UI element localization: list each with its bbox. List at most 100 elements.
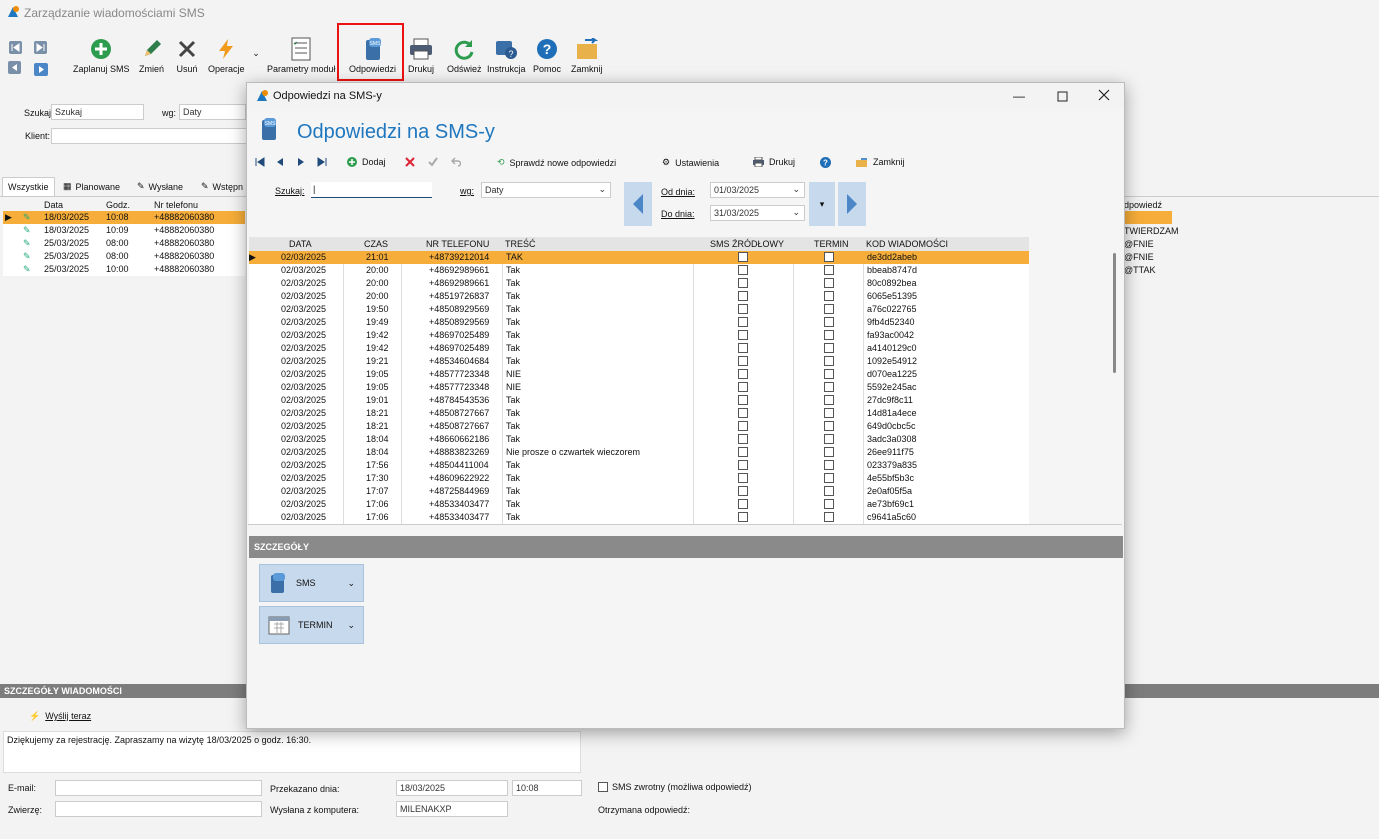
term-checkbox[interactable] xyxy=(824,421,834,431)
table-row[interactable]: 02/03/2025 18:21 +48508727667 Tak 649d0cbc5c xyxy=(249,420,1029,433)
passed-date-field[interactable]: 18/03/2025 xyxy=(396,780,508,796)
table-row[interactable]: 02/03/2025 18:04 +48660662186 Tak 3adc3a0308 xyxy=(249,433,1029,446)
source-sms-checkbox[interactable] xyxy=(738,330,748,340)
table-row[interactable]: 02/03/2025 17:06 +48533403477 Tak ae73bf69c1 xyxy=(249,498,1029,511)
term-checkbox[interactable] xyxy=(824,460,834,470)
prev-record-icon[interactable] xyxy=(275,157,285,167)
next-period-button[interactable] xyxy=(838,182,866,226)
table-row[interactable]: 02/03/2025 19:49 +48508929569 Tak 9fb4d52340 xyxy=(249,316,1029,329)
next-record-icon[interactable] xyxy=(296,157,306,167)
table-row[interactable]: 02/03/2025 18:21 +48508727667 Tak 14d81a4ece xyxy=(249,407,1029,420)
term-checkbox[interactable] xyxy=(824,512,834,522)
prev-period-button[interactable] xyxy=(624,182,652,226)
source-sms-checkbox[interactable] xyxy=(738,447,748,457)
table-row[interactable]: ▶ ✎ 18/03/2025 10:08 +48882060380 xyxy=(3,211,245,224)
term-checkbox[interactable] xyxy=(824,447,834,457)
source-sms-checkbox[interactable] xyxy=(738,265,748,275)
next-record-icon[interactable] xyxy=(34,63,48,76)
term-checkbox[interactable] xyxy=(824,278,834,288)
email-field[interactable] xyxy=(55,780,262,796)
table-row[interactable]: 02/03/2025 17:56 +48504411004 Tak 023379a835 xyxy=(249,459,1029,472)
dialog-close-button[interactable]: Zamknij xyxy=(856,157,905,167)
source-sms-checkbox[interactable] xyxy=(738,408,748,418)
delete-button[interactable]: Usuń xyxy=(176,36,198,74)
close-icon[interactable] xyxy=(1097,88,1111,102)
table-row[interactable]: 02/03/2025 20:00 +48519726837 Tak 6065e51395 xyxy=(249,290,1029,303)
grid-scrollbar[interactable] xyxy=(1113,253,1116,373)
chevron-down-icon[interactable]: ⌄ xyxy=(251,48,261,58)
return-sms-checkbox[interactable]: SMS zwrotny (możliwa odpowiedź) xyxy=(598,782,752,792)
last-record-icon[interactable] xyxy=(34,41,47,54)
term-checkbox[interactable] xyxy=(824,434,834,444)
table-row[interactable]: 02/03/2025 17:06 +48533403477 Tak c9641a5c60 xyxy=(249,511,1029,524)
table-row[interactable]: 02/03/2025 19:05 +48577723348 NIE d070ea1225 xyxy=(249,368,1029,381)
message-text[interactable]: Dziękujemy za rejestrację. Zapraszamy na… xyxy=(3,731,581,773)
source-sms-checkbox[interactable] xyxy=(738,369,748,379)
term-checkbox[interactable] xyxy=(824,343,834,353)
first-record-icon[interactable] xyxy=(9,41,22,54)
table-row[interactable]: 02/03/2025 20:00 +48692989661 Tak bbeab8747d xyxy=(249,264,1029,277)
module-params-button[interactable]: Parametry moduł xyxy=(267,36,336,74)
term-checkbox[interactable] xyxy=(824,317,834,327)
passed-time-field[interactable]: 10:08 xyxy=(512,780,582,796)
tab-planned[interactable]: ▦ Planowane xyxy=(58,177,125,196)
by-select[interactable]: Daty xyxy=(179,104,246,120)
table-row[interactable]: 02/03/2025 19:42 +48697025489 Tak fa93ac0042 xyxy=(249,329,1029,342)
table-row[interactable]: 02/03/2025 17:07 +48725844969 Tak 2e0af05f5a xyxy=(249,485,1029,498)
to-date-field[interactable]: 31/03/2025 ⌄ xyxy=(710,205,805,221)
dialog-print-button[interactable]: Drukuj xyxy=(753,157,795,167)
source-sms-checkbox[interactable] xyxy=(738,434,748,444)
source-sms-checkbox[interactable] xyxy=(738,252,748,262)
term-accordion-button[interactable]: TERMIN ⌄ xyxy=(259,606,364,644)
tab-preliminary[interactable]: ✎ Wstępn xyxy=(196,177,248,196)
table-row[interactable]: 02/03/2025 20:00 +48692989661 Tak 80c0892bea xyxy=(249,277,1029,290)
sent-from-field[interactable]: MILENAKXP xyxy=(396,801,508,817)
tab-sent[interactable]: ✎ Wysłane xyxy=(132,177,188,196)
delete-icon[interactable] xyxy=(405,157,415,167)
maximize-icon[interactable] xyxy=(1055,89,1069,103)
source-sms-checkbox[interactable] xyxy=(738,395,748,405)
table-row[interactable]: 02/03/2025 19:42 +48697025489 Tak a4140129c0 xyxy=(249,342,1029,355)
source-sms-checkbox[interactable] xyxy=(738,356,748,366)
refresh-button[interactable]: Odśwież xyxy=(447,36,482,74)
first-record-icon[interactable] xyxy=(255,157,265,167)
period-dropdown-button[interactable]: ▾ xyxy=(809,182,835,226)
term-checkbox[interactable] xyxy=(824,382,834,392)
term-checkbox[interactable] xyxy=(824,486,834,496)
source-sms-checkbox[interactable] xyxy=(738,278,748,288)
table-row[interactable]: ✎ 25/03/2025 08:00 +48882060380 xyxy=(3,250,245,263)
table-row[interactable]: ✎ 18/03/2025 10:09 +48882060380 xyxy=(3,224,245,237)
term-checkbox[interactable] xyxy=(824,473,834,483)
source-sms-checkbox[interactable] xyxy=(738,317,748,327)
from-date-field[interactable]: 01/03/2025 ⌄ xyxy=(710,182,805,198)
table-row[interactable]: 02/03/2025 19:05 +48577723348 NIE 5592e245ac xyxy=(249,381,1029,394)
source-sms-checkbox[interactable] xyxy=(738,473,748,483)
minimize-icon[interactable]: — xyxy=(1012,89,1026,103)
table-row[interactable]: ✎ 25/03/2025 10:00 +48882060380 xyxy=(3,263,245,276)
term-checkbox[interactable] xyxy=(824,499,834,509)
table-row[interactable]: 02/03/2025 19:01 +48784543536 Tak 27dc9f8c11 xyxy=(249,394,1029,407)
undo-icon[interactable] xyxy=(451,157,461,167)
term-checkbox[interactable] xyxy=(824,265,834,275)
table-row[interactable]: 02/03/2025 18:04 +48883823269 Nie prosze o … xyxy=(249,446,1029,459)
last-record-icon[interactable] xyxy=(317,157,327,167)
edit-button[interactable]: Zmień xyxy=(139,36,164,74)
confirm-icon[interactable] xyxy=(428,157,438,167)
source-sms-checkbox[interactable] xyxy=(738,421,748,431)
check-new-replies-button[interactable]: ⟲ Sprawdź nowe odpowiedzi xyxy=(497,157,616,168)
sms-accordion-button[interactable]: SMS ⌄ xyxy=(259,564,364,602)
term-checkbox[interactable] xyxy=(824,291,834,301)
source-sms-checkbox[interactable] xyxy=(738,343,748,353)
table-row[interactable]: ▶ 02/03/2025 21:01 +48739212014 TAK de3dd2abe… xyxy=(249,251,1029,264)
instruction-button[interactable]: ? Instrukcja xyxy=(487,36,526,74)
client-input[interactable] xyxy=(51,128,247,144)
send-now-button[interactable]: ⚡ Wyślij teraz xyxy=(29,711,91,722)
term-checkbox[interactable] xyxy=(824,369,834,379)
table-row[interactable]: 02/03/2025 19:21 +48534604684 Tak 1092e54912 xyxy=(249,355,1029,368)
pet-field[interactable] xyxy=(55,801,262,817)
table-row[interactable]: ✎ 25/03/2025 08:00 +48882060380 xyxy=(3,237,245,250)
term-checkbox[interactable] xyxy=(824,356,834,366)
source-sms-checkbox[interactable] xyxy=(738,512,748,522)
source-sms-checkbox[interactable] xyxy=(738,499,748,509)
dialog-by-select[interactable]: Daty ⌄ xyxy=(481,182,611,198)
